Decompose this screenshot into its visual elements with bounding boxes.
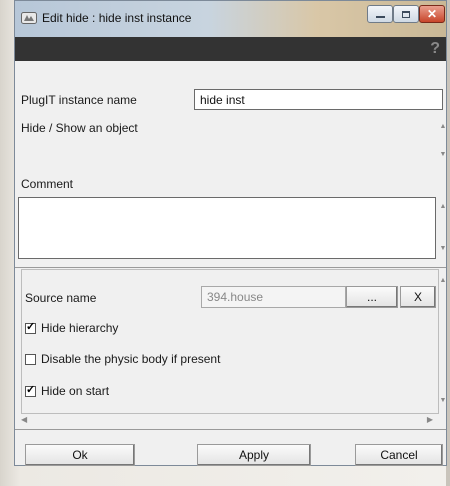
- footer-divider: [15, 429, 446, 430]
- horizontal-scrollbar[interactable]: ◀ ▶: [21, 415, 439, 425]
- app-icon: [21, 12, 37, 24]
- hide-hierarchy-checkbox[interactable]: Hide hierarchy: [25, 321, 118, 335]
- browse-button[interactable]: ...: [346, 286, 398, 308]
- scroll-down-icon[interactable]: ▼: [439, 245, 447, 253]
- scroll-down-icon[interactable]: ▼: [439, 151, 447, 159]
- checkbox-box[interactable]: [25, 385, 36, 397]
- checkbox-label: Hide hierarchy: [41, 321, 119, 335]
- checkbox-box[interactable]: [25, 353, 36, 365]
- checkbox-box[interactable]: [25, 322, 36, 334]
- source-name-input[interactable]: [201, 286, 346, 308]
- maximize-icon: [402, 10, 410, 18]
- close-button[interactable]: ✕: [419, 5, 445, 23]
- comment-label: Comment: [21, 177, 74, 191]
- plugit-description: Hide / Show an object: [21, 121, 138, 135]
- ok-button[interactable]: Ok: [25, 444, 135, 466]
- maximize-button[interactable]: [393, 5, 419, 23]
- apply-button[interactable]: Apply: [197, 444, 311, 466]
- disable-physic-checkbox[interactable]: Disable the physic body if present: [25, 352, 220, 366]
- instance-name-input[interactable]: [194, 89, 443, 110]
- clear-source-button[interactable]: X: [400, 286, 436, 308]
- checkbox-label: Hide on start: [41, 384, 110, 398]
- comment-textarea[interactable]: [18, 197, 436, 259]
- parameters-scrollbar[interactable]: ▲ ▼: [439, 273, 447, 413]
- scroll-right-icon[interactable]: ▶: [427, 415, 433, 424]
- scroll-down-icon[interactable]: ▼: [439, 397, 447, 405]
- checkbox-label: Disable the physic body if present: [41, 352, 221, 366]
- scroll-up-icon[interactable]: ▲: [439, 277, 447, 285]
- edit-dialog-window: Edit hide : hide inst instance ✕ ? PlugI…: [14, 0, 447, 466]
- window-title: Edit hide : hide inst instance: [42, 11, 192, 25]
- dark-toolbar: ?: [15, 37, 446, 61]
- help-icon[interactable]: ?: [430, 40, 440, 58]
- hide-on-start-checkbox[interactable]: Hide on start: [25, 384, 109, 398]
- instance-name-label: PlugIT instance name: [21, 93, 137, 107]
- cancel-button[interactable]: Cancel: [355, 444, 443, 466]
- comment-scrollbar[interactable]: ▲ ▼: [439, 197, 447, 259]
- minimize-icon: [375, 16, 385, 18]
- minimize-button[interactable]: [367, 5, 393, 23]
- scroll-up-icon[interactable]: ▲: [439, 123, 447, 131]
- close-icon: ✕: [426, 7, 438, 21]
- source-name-label: Source name: [25, 291, 97, 305]
- scroll-up-icon[interactable]: ▲: [439, 203, 447, 211]
- section-divider: [15, 267, 446, 268]
- scroll-left-icon[interactable]: ◀: [21, 415, 27, 424]
- description-scrollbar[interactable]: ▲ ▼: [439, 119, 447, 159]
- title-bar[interactable]: Edit hide : hide inst instance ✕: [15, 1, 446, 38]
